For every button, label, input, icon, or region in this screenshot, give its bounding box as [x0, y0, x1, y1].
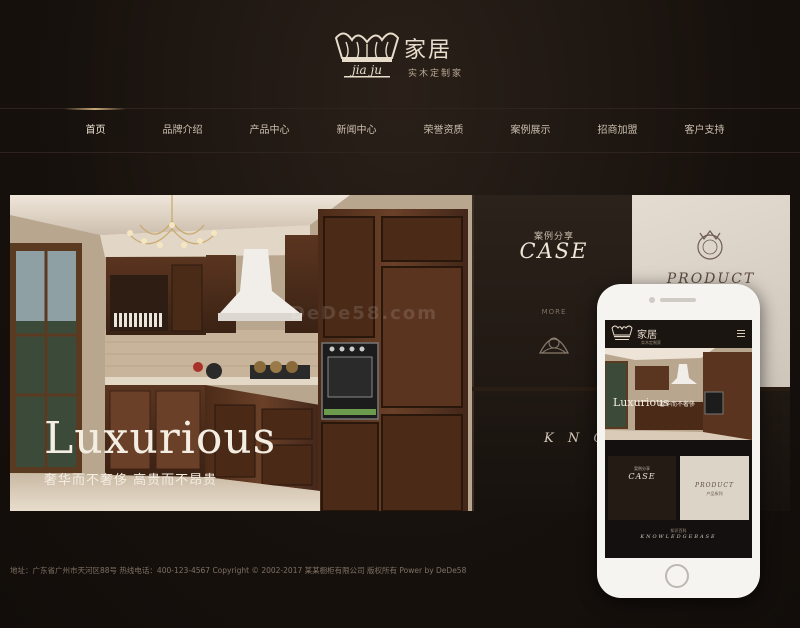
phone-crown-logo-icon [611, 325, 633, 340]
nav-item-products[interactable]: 产品中心 [226, 110, 313, 152]
product-emblem-icon [697, 230, 723, 260]
nav-divider-bottom [0, 152, 800, 153]
nav-item-news[interactable]: 新闻中心 [313, 110, 400, 152]
banner-watermark: DeDe58.com [290, 303, 438, 324]
nav-item-honors[interactable]: 荣誉资质 [400, 110, 487, 152]
footer-text: 地址：广东省广州市天河区88号 热线电话：400-123-4567 Copyri… [10, 566, 467, 575]
nav-item-franchise[interactable]: 招商加盟 [574, 110, 661, 152]
hamburger-menu-icon[interactable] [737, 330, 745, 337]
banner-title: Luxurious [44, 413, 277, 464]
phone-case-tile[interactable]: 案例分享 CASE [608, 456, 676, 520]
phone-product-label-en: PRODUCT [695, 482, 734, 489]
phone-mockup: 家居 实木定制家 Luxurious 奢华而不奢侈 案例分享 CASE PROD… [597, 284, 760, 598]
nav-item-cases[interactable]: 案例展示 [487, 110, 574, 152]
phone-case-label-en: CASE [628, 472, 656, 481]
phone-header: 家居 实木定制家 [605, 320, 752, 348]
nav-item-support[interactable]: 客户支持 [661, 110, 748, 152]
main-nav: 首页 品牌介绍 产品中心 新闻中心 荣誉资质 案例展示 招商加盟 客户支持 [52, 110, 748, 152]
logo-en-text: jia ju [349, 63, 382, 77]
phone-speaker [660, 298, 696, 302]
site-logo[interactable]: jia ju 家居 实木定制家 [332, 28, 472, 80]
phone-banner-subtitle: 奢华而不奢侈 [659, 401, 696, 408]
case-label-en: CASE [519, 239, 589, 263]
phone-knowledge-label-en: KNOWLEDGEBASE [640, 534, 717, 540]
phone-product-label-cn: 产品系列 [706, 491, 723, 496]
nav-item-brand[interactable]: 品牌介绍 [139, 110, 226, 152]
phone-screen: 家居 实木定制家 Luxurious 奢华而不奢侈 案例分享 CASE PROD… [605, 320, 752, 558]
phone-kitchen-image [605, 348, 752, 440]
nav-item-home[interactable]: 首页 [52, 110, 139, 152]
phone-logo-title: 家居 [637, 330, 657, 341]
phone-logo-subtitle: 实木定制家 [641, 340, 661, 345]
logo-title: 家居 [404, 38, 453, 63]
banner-subtitle: 奢华而不奢侈 高贵而不昂贵 [44, 473, 218, 488]
phone-product-tile[interactable]: PRODUCT 产品系列 [680, 456, 749, 520]
crown-logo-icon: jia ju [334, 32, 400, 78]
phone-home-button [665, 564, 689, 588]
logo-subtitle: 实木定制家 [408, 69, 464, 79]
case-emblem-icon [539, 337, 569, 354]
phone-camera-icon [649, 297, 655, 303]
